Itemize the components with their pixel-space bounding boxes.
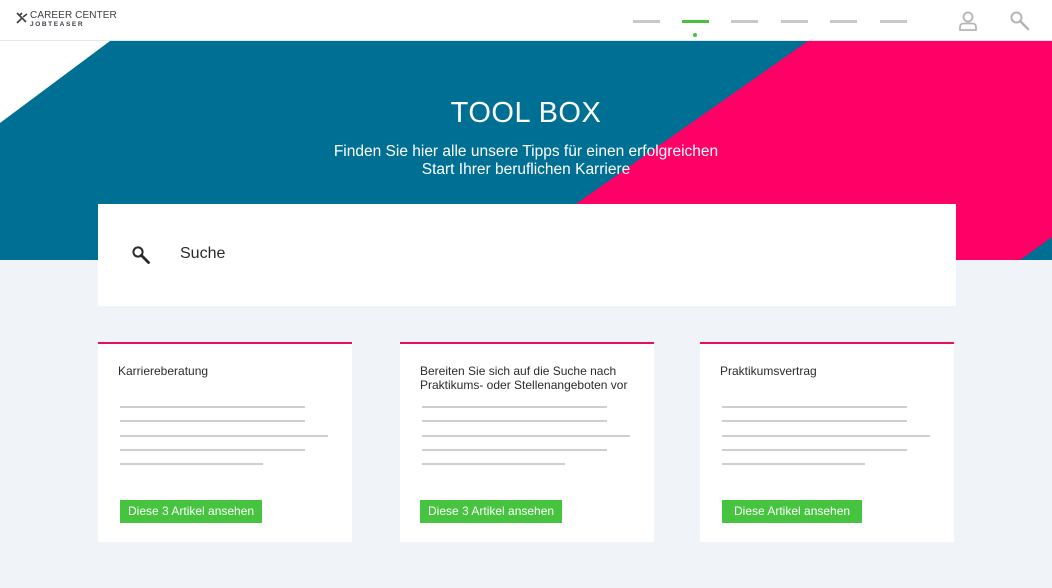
card-karriereberatung[interactable]: Karriereberatung Diese 3 Artikel ansehen <box>98 342 352 542</box>
top-bar: CAREER CENTER JOBTEASER <box>0 0 1052 41</box>
view-articles-button[interactable]: Diese Artikel ansehen <box>722 500 863 523</box>
logo-title: CAREER CENTER <box>30 10 117 21</box>
card-placeholder-lines <box>120 406 328 477</box>
nav-item-5[interactable] <box>830 20 857 24</box>
card-title: Praktikumsvertrag <box>720 364 817 378</box>
card-title: Bereiten Sie sich auf die Suche nach Pra… <box>420 364 628 392</box>
nav-item-3[interactable] <box>731 20 758 24</box>
logo-mark-icon <box>16 12 28 24</box>
search-placeholder: Suche <box>180 245 226 262</box>
card-placeholder-lines <box>722 406 930 477</box>
logo-subtitle: JOBTEASER <box>30 21 85 28</box>
view-articles-button[interactable]: Diese 3 Artikel ansehen <box>420 500 563 523</box>
search-input[interactable]: Suche <box>98 204 956 306</box>
card-title: Karriereberatung <box>118 364 209 378</box>
nav-item-2[interactable] <box>682 20 709 37</box>
page-title: TOOL BOX <box>450 97 602 129</box>
page-subtitle: Finden Sie hier alle unsere Tipps für ei… <box>333 143 719 178</box>
card-praktikumsvertrag[interactable]: Praktikumsvertrag Diese Artikel ansehen <box>700 342 954 542</box>
user-icon[interactable] <box>957 10 979 32</box>
card-placeholder-lines <box>422 406 630 477</box>
active-indicator-dot <box>693 33 697 37</box>
nav-item-1[interactable] <box>633 20 660 24</box>
search-icon[interactable] <box>1009 10 1031 32</box>
nav-item-4[interactable] <box>781 20 808 24</box>
card-stellensuche[interactable]: Bereiten Sie sich auf die Suche nach Pra… <box>400 342 654 542</box>
search-icon <box>132 246 150 264</box>
page: CAREER CENTER JOBTEASER TOOL BOX Finden … <box>0 0 1052 588</box>
view-articles-button[interactable]: Diese 3 Artikel ansehen <box>120 500 263 523</box>
logo[interactable]: CAREER CENTER JOBTEASER <box>16 11 117 29</box>
nav-item-6[interactable] <box>880 20 907 24</box>
